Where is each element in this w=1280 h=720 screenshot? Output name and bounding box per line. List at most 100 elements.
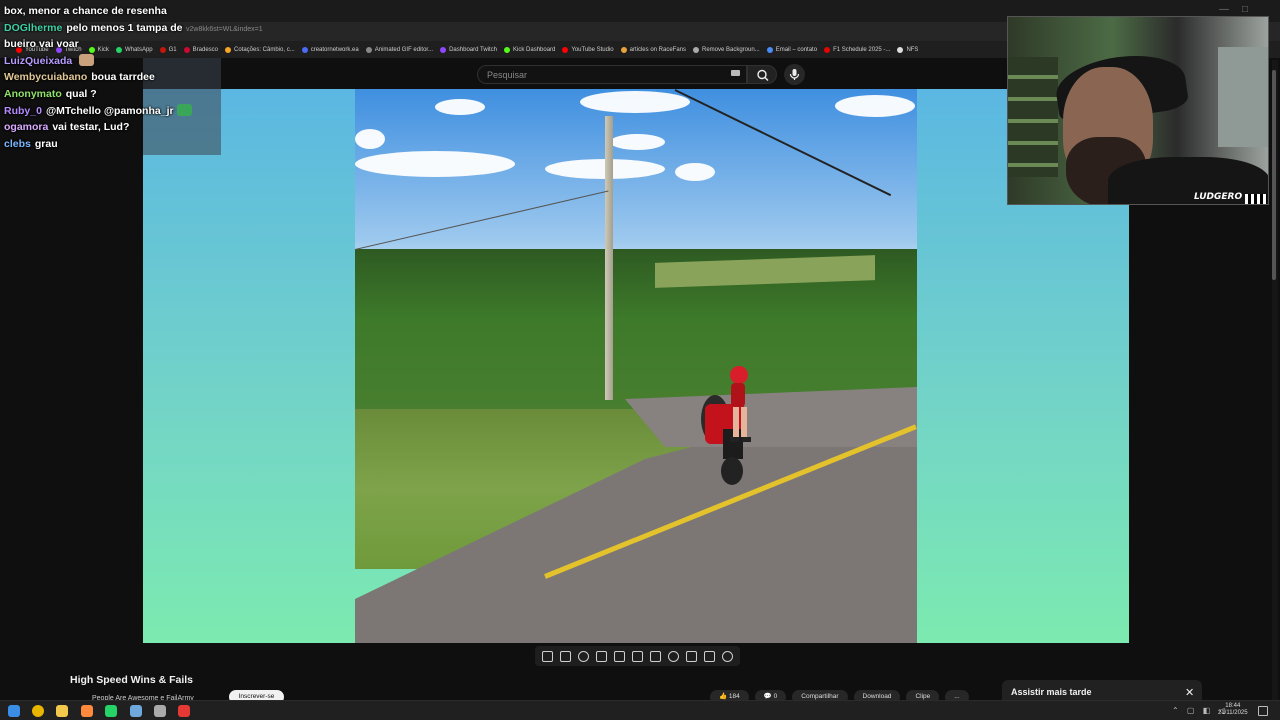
- chat-text: vai testar, Lud?: [52, 121, 130, 134]
- bookmark-label: F1 Schedule 2025 -...: [833, 46, 891, 53]
- chrome-icon[interactable]: [32, 705, 44, 717]
- chat-username[interactable]: Wembycuiabano: [4, 71, 87, 83]
- maximize-icon[interactable]: □: [1242, 4, 1248, 15]
- bookmark-favicon-icon: [301, 46, 308, 53]
- page-scrollbar[interactable]: [1272, 60, 1278, 700]
- loop-icon[interactable]: [542, 650, 554, 662]
- chat-message: Wembycuiabano boua tarrdee: [4, 69, 214, 86]
- bookmark-label: YouTube Studio: [571, 46, 614, 53]
- bookmark-item[interactable]: Cotações: Câmbio, c...: [225, 46, 295, 53]
- bookmark-item[interactable]: Dashboard Twitch: [440, 46, 498, 53]
- desktop-screen: — □ v2w8kk6st=WL&index=1 YouTube Twitch Ki…: [0, 0, 1280, 720]
- chat-message: box, menor a chance de resenha: [4, 3, 214, 20]
- chat-username[interactable]: clebs: [4, 138, 31, 150]
- chat-text: grau: [34, 137, 58, 150]
- chat-username[interactable]: ogamora: [4, 121, 48, 133]
- file-explorer-icon[interactable]: [56, 705, 68, 717]
- bookmark-item[interactable]: NFS: [897, 46, 919, 53]
- windows-start-icon[interactable]: [8, 705, 20, 717]
- bookmark-label: Animated GIF editor...: [374, 46, 434, 53]
- bookmark-label: Cotações: Câmbio, c...: [234, 46, 295, 53]
- app4-icon[interactable]: [178, 705, 190, 717]
- film-icon[interactable]: [614, 650, 626, 662]
- clock-date: 21/11/2025: [1218, 710, 1248, 716]
- settings-gear-icon[interactable]: [721, 650, 733, 662]
- chat-message: clebs grau: [4, 136, 214, 153]
- taskbar-clock[interactable]: 18:44 21/11/2025: [1218, 703, 1248, 717]
- chat-message: DOGlherme pelo menos 1 tampa de: [4, 20, 214, 37]
- scrollbar-thumb[interactable]: [1272, 70, 1276, 280]
- search-icon: [757, 69, 769, 81]
- bookmark-favicon-icon: [225, 46, 231, 53]
- chat-username[interactable]: Ruby_0: [4, 105, 42, 117]
- motorcycle-rider: [701, 366, 751, 485]
- app-icon[interactable]: [81, 705, 93, 717]
- video-title: High Speed Wins & Fails: [70, 674, 194, 686]
- bookmark-label: articles on RaceFans: [629, 46, 686, 53]
- app2-icon[interactable]: [130, 705, 142, 717]
- bookmark-favicon-icon: [504, 46, 511, 53]
- windows-taskbar: ⌃ ▢ ◧ ◁ 18:44 21/11/2025: [0, 700, 1280, 720]
- checkered-flag-icon: [1245, 194, 1267, 204]
- chat-message: Ruby_0 @MTchello @pamonha_jr: [4, 103, 214, 120]
- microphone-icon: [789, 69, 800, 80]
- chat-message: LuizQueixada: [4, 53, 214, 70]
- whatsapp-icon[interactable]: [105, 705, 117, 717]
- bookmark-item[interactable]: Remove Backgroun...: [693, 46, 760, 53]
- webcam-overlay: LUDGERO: [1007, 16, 1269, 205]
- theater-icon[interactable]: [649, 650, 661, 662]
- clock-time: 18:44: [1225, 703, 1241, 709]
- video-frame[interactable]: [355, 89, 917, 643]
- audio-icon[interactable]: [578, 650, 590, 662]
- utility-pole: [605, 116, 613, 400]
- bookmark-label: creatornetwork.ea: [310, 46, 359, 53]
- miniplayer-icon[interactable]: [631, 650, 643, 662]
- chat-emote-icon: [79, 53, 95, 66]
- bookmark-favicon-icon: [365, 46, 372, 53]
- app3-icon[interactable]: [154, 705, 166, 717]
- bookmark-label: Email – contato: [775, 46, 818, 53]
- captions-icon[interactable]: [596, 650, 608, 662]
- bookmark-label: NFS: [906, 46, 919, 53]
- bookmark-label: Dashboard Twitch: [449, 46, 498, 53]
- pip-icon[interactable]: [685, 650, 697, 662]
- chat-username[interactable]: Anonymato: [4, 88, 62, 100]
- minimize-icon[interactable]: —: [1219, 4, 1229, 15]
- watch-later-title: Assistir mais tarde: [1011, 687, 1092, 697]
- sort-icon[interactable]: [560, 650, 572, 662]
- bookmark-favicon-icon: [562, 46, 569, 53]
- chat-text: boua tarrdee: [91, 71, 155, 84]
- keyboard-icon[interactable]: [731, 70, 740, 76]
- chat-emote-icon: [176, 103, 192, 116]
- chat-text: pelo menos 1 tampa de: [66, 21, 183, 34]
- chat-text: @MTchello @pamonha_jr: [45, 104, 174, 117]
- bookmark-label: Remove Backgroun...: [702, 46, 760, 53]
- stream-chat: box, menor a chance de resenha DOGlherme p…: [4, 3, 214, 152]
- bookmark-favicon-icon: [440, 46, 447, 53]
- bookmark-item[interactable]: F1 Schedule 2025 -...: [824, 46, 891, 53]
- bookmark-item[interactable]: creatornetwork.ea: [301, 46, 359, 53]
- comment-count: 0: [773, 693, 778, 700]
- screenshot-icon[interactable]: [703, 650, 715, 662]
- streamer-logo: LUDGERO: [1194, 192, 1243, 202]
- search-button[interactable]: [747, 65, 777, 84]
- bookmark-favicon-icon: [620, 46, 627, 53]
- bookmark-item[interactable]: Kick Dashboard: [504, 46, 555, 53]
- bookmark-item[interactable]: articles on RaceFans: [620, 46, 686, 53]
- speed-icon[interactable]: [667, 650, 679, 662]
- bookmark-item[interactable]: Email – contato: [766, 46, 818, 53]
- bookmark-item[interactable]: YouTube Studio: [562, 46, 614, 53]
- like-count: 184: [728, 693, 740, 700]
- search-input[interactable]: Pesquisar: [487, 70, 527, 80]
- bookmark-favicon-icon: [693, 46, 699, 53]
- chat-username[interactable]: DOGlherme: [4, 22, 62, 34]
- search-box[interactable]: Pesquisar: [477, 65, 747, 84]
- chat-username[interactable]: LuizQueixada: [4, 55, 72, 67]
- bookmark-item[interactable]: Animated GIF editor...: [365, 46, 434, 53]
- voice-search-button[interactable]: [784, 64, 805, 85]
- bookmark-favicon-icon: [897, 46, 904, 53]
- notifications-icon[interactable]: [1258, 706, 1268, 716]
- chat-message: bueiro vai voar: [4, 36, 214, 53]
- bookmark-favicon-icon: [766, 46, 773, 53]
- close-icon[interactable]: ✕: [1185, 686, 1194, 699]
